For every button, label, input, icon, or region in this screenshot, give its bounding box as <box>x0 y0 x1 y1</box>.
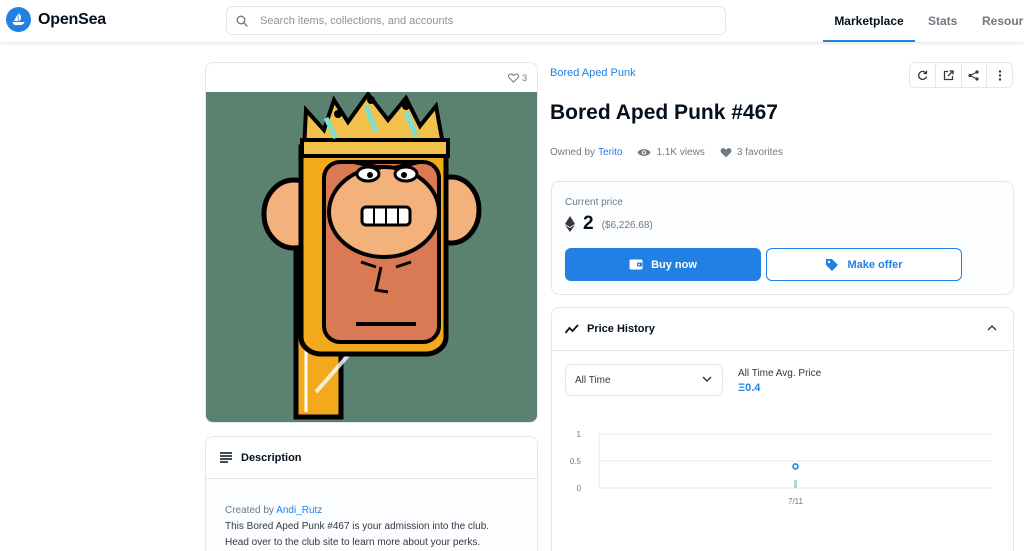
avg-price-label: All Time Avg. Price <box>738 368 822 379</box>
make-offer-label: Make offer <box>847 258 903 271</box>
nft-artwork[interactable] <box>206 90 537 422</box>
favorites-count: 3 favorites <box>720 147 783 158</box>
price-panel: Current price 2 ($6,226.68) Buy now Make… <box>551 181 1014 295</box>
price-history-header[interactable]: Price History <box>552 308 1013 351</box>
eye-icon <box>637 149 651 156</box>
x-tick-label: 7/11 <box>788 497 804 506</box>
buy-now-label: Buy now <box>651 258 697 271</box>
price-point[interactable] <box>792 463 799 470</box>
item-meta: Owned by Terito 1.1K views 3 favorites <box>550 147 783 158</box>
collection-link[interactable]: Bored Aped Punk <box>550 67 636 79</box>
share-icon <box>968 69 979 81</box>
creator-line: Created by Andi_Rutz <box>225 503 517 519</box>
time-range-select[interactable]: All Time <box>565 364 723 396</box>
price-usd: ($6,226.68) <box>601 220 653 231</box>
creator-link[interactable]: Andi_Rutz <box>276 505 322 516</box>
current-price-label: Current price <box>565 197 623 208</box>
description-panel: Description Created by Andi_Rutz This Bo… <box>205 436 538 551</box>
avg-price-value: Ξ0.4 <box>738 382 761 394</box>
wallet-icon <box>629 259 643 270</box>
price-eth: 2 <box>583 213 594 234</box>
buy-now-button[interactable]: Buy now <box>565 248 761 281</box>
owner-link[interactable]: Terito <box>598 147 622 158</box>
item-title: Bored Aped Punk #467 <box>550 101 778 124</box>
heart-icon <box>720 148 732 158</box>
description-title: Description <box>241 451 302 464</box>
description-body: Created by Andi_Rutz This Bored Aped Pun… <box>206 479 537 551</box>
price-history-panel: Price History All Time All Time Avg. Pri… <box>551 307 1014 551</box>
owned-by-label: Owned by <box>550 147 596 158</box>
volume-bar <box>794 480 797 488</box>
open-external-button[interactable] <box>936 63 962 87</box>
make-offer-button[interactable]: Make offer <box>766 248 962 281</box>
time-range-value: All Time <box>575 374 611 386</box>
refresh-button[interactable] <box>910 63 936 87</box>
nft-image-card: 3 <box>205 62 538 423</box>
favorites-text: 3 favorites <box>736 147 783 158</box>
views-text: 1.1K views <box>656 147 705 158</box>
ethereum-icon <box>565 216 575 232</box>
search-bar[interactable] <box>226 6 726 35</box>
description-header[interactable]: Description <box>206 437 537 479</box>
description-line-1: This Bored Aped Punk #467 is your admiss… <box>225 521 490 532</box>
trend-line-icon <box>565 324 579 334</box>
chevron-up-icon[interactable] <box>987 324 997 331</box>
share-button[interactable] <box>962 63 988 87</box>
y-tick-label: 0 <box>577 484 582 493</box>
tag-icon <box>826 258 839 271</box>
chevron-down-icon <box>702 376 712 382</box>
y-tick-label: 0.5 <box>570 457 582 466</box>
refresh-icon <box>917 70 928 80</box>
nav-marketplace[interactable]: Marketplace <box>823 0 915 42</box>
views-count: 1.1K views <box>637 147 705 158</box>
favorite-count: 3 <box>521 72 527 83</box>
top-navigation-bar: OpenSea Marketplace Stats Resourc <box>0 0 1024 42</box>
nav-stats[interactable]: Stats <box>928 0 957 42</box>
heart-outline-icon[interactable] <box>508 72 519 83</box>
created-by-label: Created by <box>225 505 274 516</box>
external-link-icon <box>943 69 954 80</box>
price-row: 2 ($6,226.68) <box>565 213 653 235</box>
opensea-logo[interactable]: OpenSea <box>6 7 106 32</box>
app-name: OpenSea <box>38 10 106 28</box>
search-icon <box>236 15 248 27</box>
more-options-button[interactable] <box>987 63 1012 87</box>
description-line-2: Head over to the club site to learn more… <box>225 537 481 548</box>
price-history-chart: 1 0.5 0 7/11 <box>570 430 992 506</box>
opensea-logo-icon <box>6 7 31 32</box>
text-lines-icon <box>220 452 232 463</box>
price-history-title: Price History <box>587 323 655 335</box>
active-tab-indicator <box>823 40 915 42</box>
more-vertical-icon <box>998 69 1001 81</box>
nav-resources[interactable]: Resourc <box>982 0 1024 42</box>
search-input[interactable] <box>260 14 680 27</box>
favorite-bar: 3 <box>206 63 537 92</box>
item-actions-bar <box>909 62 1013 88</box>
y-tick-label: 1 <box>577 430 582 439</box>
